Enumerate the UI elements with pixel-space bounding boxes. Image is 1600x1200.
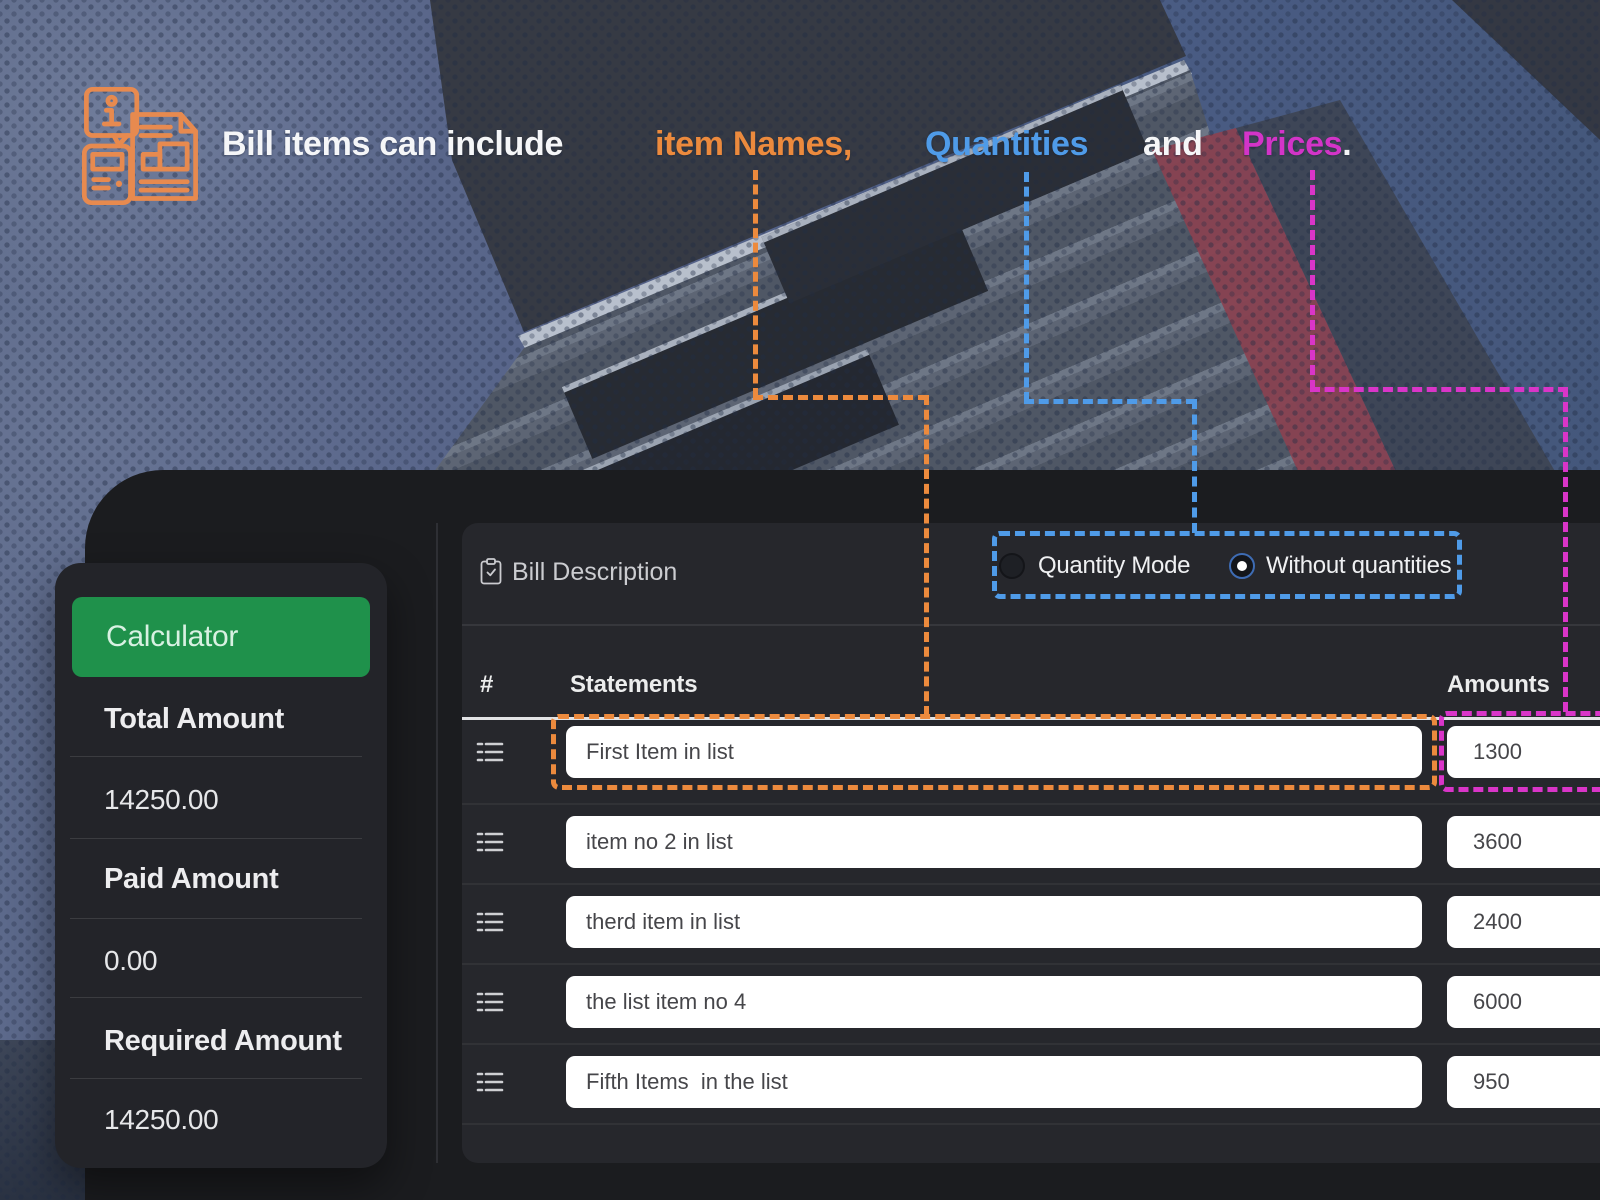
page-title-quantities: Quantities (925, 122, 1088, 166)
page-title-item-names: item Names, (655, 122, 852, 166)
page-title-and: and (1143, 122, 1203, 166)
statement-input[interactable] (566, 976, 1422, 1028)
amount-input[interactable] (1447, 976, 1600, 1028)
page-title-prices-word: Prices (1242, 125, 1342, 163)
page-title-period: . (1342, 125, 1351, 163)
statement-input[interactable] (566, 816, 1422, 868)
annotation-box-amount (1439, 711, 1600, 792)
field-divider (70, 1078, 362, 1079)
bill-description-title: Bill Description (512, 558, 677, 587)
column-header-number: # (480, 671, 493, 699)
required-amount-value: 14250.00 (104, 1104, 218, 1136)
header-divider (462, 624, 1600, 626)
column-header-statements: Statements (570, 671, 697, 699)
amount-input[interactable] (1447, 896, 1600, 948)
paid-amount-label: Paid Amount (104, 863, 278, 896)
page-title-prefix: Bill items can include (222, 122, 563, 166)
paid-amount-value: 0.00 (104, 945, 157, 977)
annotation-line-quantities (1024, 172, 1029, 402)
amount-input[interactable] (1447, 1056, 1600, 1108)
calculator-summary-panel: Calculator Total Amount 14250.00 Paid Am… (55, 563, 387, 1168)
row-divider (462, 963, 1600, 965)
row-divider (462, 1123, 1600, 1125)
amount-input[interactable] (1447, 816, 1600, 868)
field-divider (70, 918, 362, 919)
column-header-amounts: Amounts (1447, 671, 1550, 699)
drag-list-icon[interactable] (476, 1070, 504, 1099)
drag-list-icon[interactable] (476, 830, 504, 859)
field-divider (70, 997, 362, 998)
annotation-line-quantities (1192, 399, 1197, 533)
statement-input[interactable] (566, 1056, 1422, 1108)
row-divider (462, 883, 1600, 885)
calculator-button[interactable]: Calculator (72, 597, 370, 677)
annotation-line-item-names (924, 395, 929, 716)
row-divider (462, 803, 1600, 805)
annotation-line-prices (1310, 170, 1315, 390)
total-amount-value: 14250.00 (104, 784, 218, 816)
annotation-box-quantity-mode (992, 531, 1462, 599)
field-divider (70, 838, 362, 839)
annotation-box-item-name (551, 714, 1437, 790)
page-title-prices: Prices. (1242, 122, 1351, 166)
building-shape-balcony (761, 85, 1148, 304)
required-amount-label: Required Amount (104, 1025, 342, 1058)
statement-input[interactable] (566, 896, 1422, 948)
row-divider (462, 1043, 1600, 1045)
annotation-line-item-names (753, 395, 928, 400)
field-divider (70, 756, 362, 757)
annotation-line-prices (1310, 387, 1568, 392)
annotation-line-prices (1563, 387, 1568, 712)
clipboard-check-icon (480, 558, 502, 590)
annotation-line-item-names (753, 170, 758, 398)
drag-list-icon[interactable] (476, 990, 504, 1019)
drag-list-icon[interactable] (476, 740, 504, 769)
bill-document-icon (78, 84, 204, 213)
panel-divider (436, 523, 438, 1163)
annotation-line-quantities (1024, 399, 1196, 404)
drag-list-icon[interactable] (476, 910, 504, 939)
total-amount-label: Total Amount (104, 703, 284, 736)
